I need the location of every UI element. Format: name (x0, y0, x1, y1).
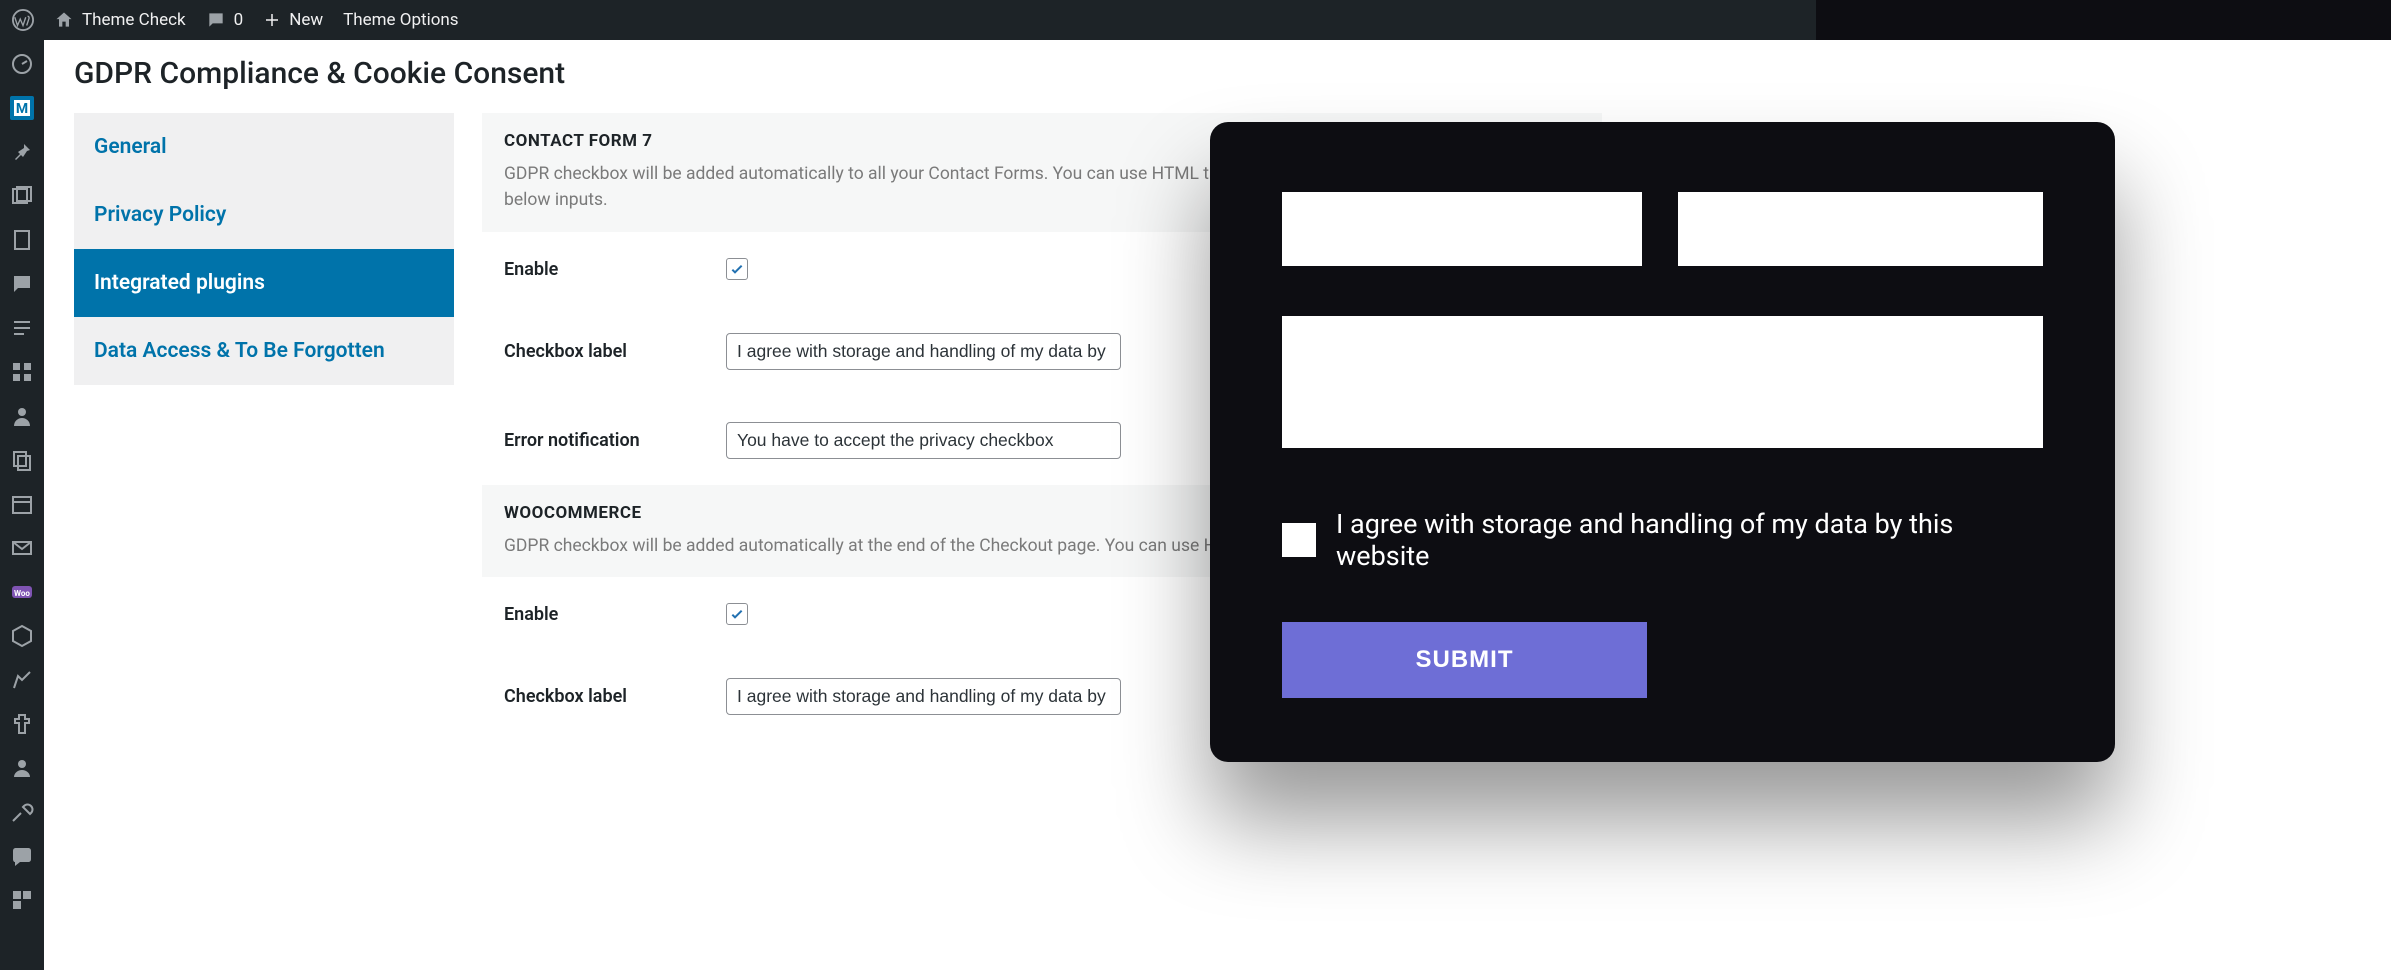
cf7-checkbox-input[interactable] (726, 333, 1121, 370)
expand-icon[interactable] (10, 888, 34, 912)
consent-label: I agree with storage and handling of my … (1336, 508, 2043, 572)
copy-icon[interactable] (10, 448, 34, 472)
user-icon[interactable] (10, 404, 34, 428)
plus-icon (263, 11, 281, 29)
form-name-input[interactable] (1282, 192, 1642, 266)
form-email-input[interactable] (1678, 192, 2043, 266)
pin-icon[interactable] (10, 140, 34, 164)
chat-icon[interactable] (10, 844, 34, 868)
cf7-desc-pre: GDPR checkbox will be added automaticall… (504, 164, 1275, 184)
comments-link[interactable]: 0 (206, 10, 244, 30)
new-content-link[interactable]: New (263, 10, 323, 30)
home-icon (54, 10, 74, 30)
package-icon[interactable] (10, 624, 34, 648)
woo-enable-label: Enable (504, 604, 726, 625)
consent-row: I agree with storage and handling of my … (1282, 508, 2043, 572)
form-message-textarea[interactable] (1282, 316, 2043, 448)
tab-integrated-plugins[interactable]: Integrated plugins (74, 249, 454, 317)
forms-icon[interactable] (10, 316, 34, 340)
dashboard-icon[interactable] (10, 52, 34, 76)
form-preview-card: I agree with storage and handling of my … (1210, 122, 2115, 762)
check-icon (729, 606, 745, 622)
woo-icon[interactable]: Woo (10, 580, 34, 604)
cf7-enable-label: Enable (504, 259, 726, 280)
tab-general[interactable]: General (74, 113, 454, 181)
wp-logo[interactable] (12, 9, 34, 31)
tab-privacy-policy[interactable]: Privacy Policy (74, 181, 454, 249)
theme-options-link[interactable]: Theme Options (343, 10, 458, 30)
woo-enable-checkbox[interactable] (726, 603, 748, 625)
submit-button[interactable]: SUBMIT (1282, 622, 1647, 698)
cf7-error-input[interactable] (726, 422, 1121, 459)
pages-icon[interactable] (10, 228, 34, 252)
svg-text:Woo: Woo (14, 589, 30, 598)
admin-sidebar: M Woo (0, 40, 44, 970)
check-icon (729, 261, 745, 277)
theme-check-label: Theme Check (82, 10, 186, 30)
tab-data-access[interactable]: Data Access & To Be Forgotten (74, 317, 454, 385)
active-menu-icon[interactable]: M (10, 96, 34, 120)
cf7-enable-checkbox[interactable] (726, 258, 748, 280)
woo-checkbox-label: Checkbox label (504, 686, 726, 707)
site-home-link[interactable]: Theme Check (54, 10, 186, 30)
new-label: New (289, 10, 323, 30)
comments-menu-icon[interactable] (10, 272, 34, 296)
plugins-icon[interactable] (10, 712, 34, 736)
calendar-icon[interactable] (10, 492, 34, 516)
appearance-icon[interactable] (10, 668, 34, 692)
cf7-error-label: Error notification (504, 430, 726, 451)
tools-icon[interactable] (10, 800, 34, 824)
theme-options-label: Theme Options (343, 10, 458, 30)
users-icon[interactable] (10, 756, 34, 780)
comments-count: 0 (234, 10, 244, 30)
mail-icon[interactable] (10, 536, 34, 560)
svg-text:M: M (16, 101, 28, 117)
cf7-checkbox-label: Checkbox label (504, 341, 726, 362)
settings-tabs: General Privacy Policy Integrated plugin… (74, 113, 454, 741)
woo-checkbox-input[interactable] (726, 678, 1121, 715)
grid-icon[interactable] (10, 360, 34, 384)
comment-icon (206, 10, 226, 30)
page-title: GDPR Compliance & Cookie Consent (74, 56, 2361, 91)
consent-checkbox[interactable] (1282, 523, 1316, 557)
media-icon[interactable] (10, 184, 34, 208)
